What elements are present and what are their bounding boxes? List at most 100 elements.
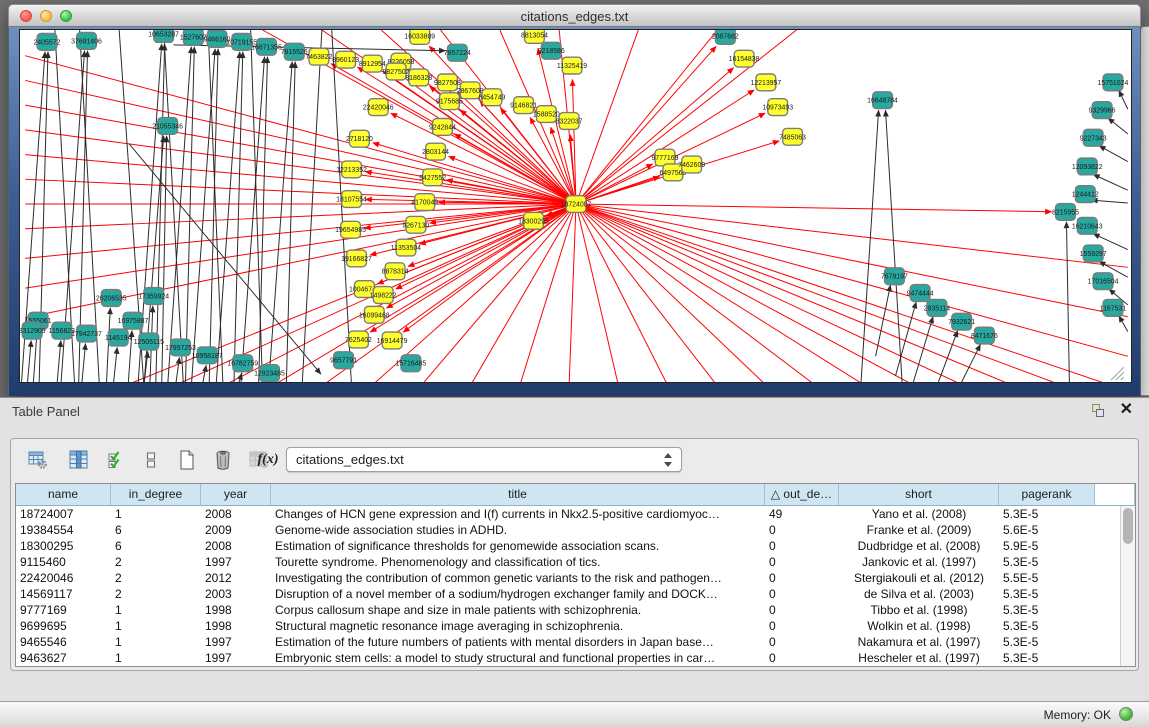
table-row[interactable]: 977716911998Corpus callosum shape and si… xyxy=(16,602,1120,618)
table-row[interactable]: 1456911722003Disruption of a novel membe… xyxy=(16,586,1120,602)
table-scrollbar[interactable] xyxy=(1120,506,1135,666)
graph-node[interactable]: 1167531 xyxy=(1100,299,1127,316)
graph-node[interactable]: 9474444 xyxy=(907,285,934,302)
graph-node[interactable]: 7857224 xyxy=(444,44,471,61)
svg-text:16648784: 16648784 xyxy=(867,98,898,105)
column-header-in_degree[interactable]: in_degree xyxy=(111,484,201,505)
graph-node[interactable]: 8186328 xyxy=(405,69,432,86)
graph-node[interactable]: 9267130 xyxy=(402,216,429,233)
column-checklist-icon[interactable] xyxy=(104,447,130,473)
graph-node[interactable]: 17016504 xyxy=(1088,273,1119,290)
graph-node[interactable]: 9329966 xyxy=(1089,102,1116,119)
column-header-pagerank[interactable]: pagerank xyxy=(999,484,1095,505)
graph-node[interactable]: 1498222 xyxy=(370,287,397,304)
graph-node[interactable]: 1145194 xyxy=(105,329,132,346)
graph-node[interactable]: 12093822 xyxy=(1072,158,1103,175)
table-settings-icon[interactable] xyxy=(25,447,51,473)
graph-node[interactable]: 22420046 xyxy=(363,99,394,116)
graph-node[interactable]: 1559297 xyxy=(1080,245,1107,262)
graph-node[interactable]: 4170049 xyxy=(411,194,438,211)
graph-node[interactable]: 16154838 xyxy=(729,50,760,67)
scrollbar-thumb[interactable] xyxy=(1123,508,1133,544)
column-header-title[interactable]: title xyxy=(271,484,765,505)
column-header-year[interactable]: year xyxy=(201,484,271,505)
column-header-name[interactable]: name xyxy=(16,484,111,505)
graph-node[interactable]: 8960123 xyxy=(332,51,359,68)
graph-node[interactable]: 16033809 xyxy=(404,30,435,44)
graph-node[interactable]: 1244412 xyxy=(1072,186,1099,203)
graph-node[interactable]: 10973493 xyxy=(762,99,793,116)
row-view-icon[interactable] xyxy=(138,447,164,473)
graph-node[interactable]: 9657791 xyxy=(330,352,357,369)
float-panel-icon[interactable] xyxy=(1090,404,1105,419)
graph-node[interactable]: 11325419 xyxy=(557,57,587,74)
graph-node[interactable]: 7932621 xyxy=(948,313,975,330)
table-selector-dropdown[interactable]: citations_edges.txt xyxy=(286,447,682,472)
graph-node[interactable]: 8878314 xyxy=(382,263,409,280)
graph-node[interactable]: 8471676 xyxy=(971,327,998,344)
graph-node[interactable]: 12213957 xyxy=(750,74,781,91)
table-row[interactable]: 1830029562008Estimation of significance … xyxy=(16,538,1120,554)
graph-node[interactable]: 16210643 xyxy=(1072,217,1103,234)
resize-grip-icon[interactable] xyxy=(1111,367,1124,380)
graph-node[interactable]: 15716485 xyxy=(396,355,427,372)
graph-node[interactable]: 8454749 xyxy=(479,89,506,106)
graph-node[interactable]: 2718120 xyxy=(346,130,373,147)
network-graph[interactable]: 18724007 18300295 12213352 9427552 18107… xyxy=(20,30,1132,383)
graph-node[interactable]: 19654985 xyxy=(335,221,366,238)
graph-node[interactable]: 7485063 xyxy=(779,128,806,145)
graph-node[interactable]: 2087682 xyxy=(712,30,739,44)
graph-node[interactable]: 17942737 xyxy=(71,325,102,342)
graph-node[interactable]: 12505115 xyxy=(134,333,164,350)
column-header-short[interactable]: short xyxy=(839,484,999,505)
graph-node[interactable]: 9227343 xyxy=(1080,129,1107,146)
table-row[interactable]: 911546021997Tourette syndrome. Phenomeno… xyxy=(16,554,1120,570)
toggle-column-icon[interactable] xyxy=(66,447,92,473)
graph-node[interactable]: 9242844 xyxy=(429,119,456,136)
graph-node[interactable]: 9175685 xyxy=(436,93,463,110)
window-titlebar[interactable]: citations_edges.txt xyxy=(8,4,1141,27)
column-header-out_degree[interactable]: △ out_de… xyxy=(765,484,839,505)
graph-node[interactable]: 7463822 xyxy=(305,48,332,65)
graph-node[interactable]: 10653287 xyxy=(148,30,179,42)
new-column-icon[interactable] xyxy=(174,447,200,473)
svg-text:8322037: 8322037 xyxy=(556,118,583,125)
table-row[interactable]: 946362711997Embryonic stem cells: a mode… xyxy=(16,650,1120,666)
svg-text:7462609: 7462609 xyxy=(678,162,705,169)
graph-node[interactable]: 9427552 xyxy=(419,169,446,186)
graph-node[interactable]: 2803144 xyxy=(422,143,449,160)
network-canvas[interactable]: 18724007 18300295 12213352 9427552 18107… xyxy=(19,29,1132,383)
table-row[interactable]: 1938455462009Genome-wide association stu… xyxy=(16,522,1120,538)
delete-column-icon[interactable] xyxy=(210,447,236,473)
table-row[interactable]: 2242004622012Investigating the contribut… xyxy=(16,570,1120,586)
graph-node[interactable]: 7625402 xyxy=(345,331,372,348)
graph-node[interactable]: 20206535 xyxy=(96,290,127,307)
graph-node[interactable]: 8322037 xyxy=(556,113,583,130)
graph-node[interactable]: 7815526 xyxy=(281,43,308,60)
graph-node[interactable]: 15751024 xyxy=(1098,74,1129,91)
close-panel-icon[interactable]: ✕ xyxy=(1120,401,1133,419)
graph-node[interactable]: 8813054 xyxy=(521,30,548,43)
table-row[interactable]: 946554611997Estimation of the future num… xyxy=(16,634,1120,650)
cell-short: Franke et al. (2009) xyxy=(839,522,999,538)
graph-node[interactable]: 37691406 xyxy=(71,32,102,49)
graph-node[interactable]: 2405572 xyxy=(34,33,61,50)
graph-node[interactable]: 16648784 xyxy=(867,92,898,109)
graph-node[interactable]: 9218586 xyxy=(538,42,565,59)
svg-text:18724007: 18724007 xyxy=(561,202,592,209)
graph-node[interactable]: 8215955 xyxy=(1052,204,1079,221)
table-row[interactable]: 969969511998Structural magnetic resonanc… xyxy=(16,618,1120,634)
graph-node[interactable]: 16914479 xyxy=(377,332,408,349)
graph-node[interactable]: 16099468 xyxy=(359,306,390,323)
graph-node[interactable]: 17359924 xyxy=(138,288,169,305)
graph-node[interactable]: 10975887 xyxy=(118,312,149,329)
graph-node[interactable]: 2935114 xyxy=(924,299,951,316)
graph-node[interactable]: 19166827 xyxy=(341,250,372,267)
graph-node[interactable]: 7679197 xyxy=(881,268,908,285)
table-row[interactable]: 1872400712008Changes of HCN gene express… xyxy=(16,506,1120,522)
function-builder-icon[interactable]: f(x) xyxy=(255,447,281,473)
graph-node[interactable]: 7462609 xyxy=(678,156,705,173)
svg-text:1244412: 1244412 xyxy=(1072,192,1099,199)
graph-node[interactable]: 16782759 xyxy=(227,355,258,372)
graph-node[interactable]: 3312909 xyxy=(20,322,46,339)
